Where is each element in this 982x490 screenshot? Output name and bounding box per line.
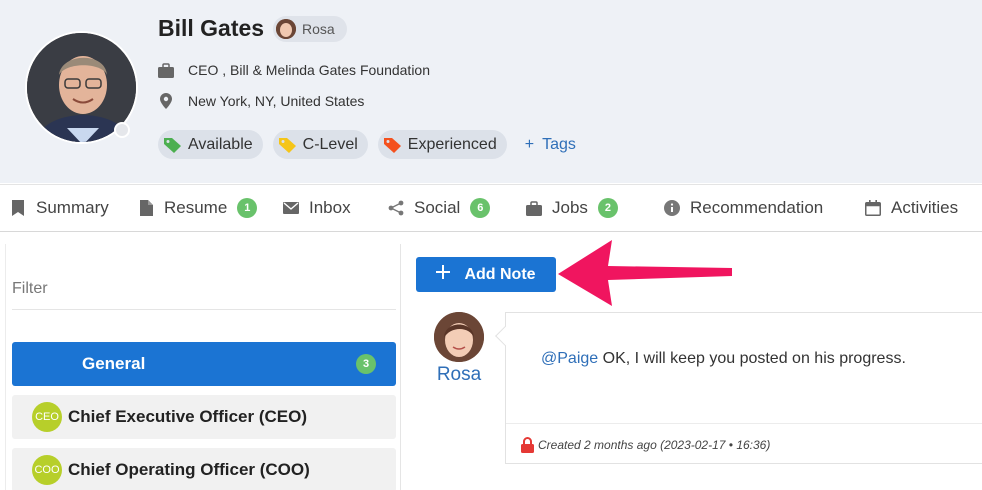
tab-jobs[interactable]: Jobs 2	[516, 185, 654, 231]
owner-avatar	[276, 19, 296, 39]
profile-name: Bill Gates	[158, 15, 265, 41]
bookmark-icon	[10, 200, 26, 216]
plus-icon: +	[524, 135, 535, 153]
tag-label: C-Level	[302, 135, 358, 153]
tag-icon	[164, 137, 182, 153]
note-created: Created 2 months ago (2023-02-17 • 16:36…	[538, 437, 771, 452]
category-ceo[interactable]: CEO Chief Executive Officer (CEO)	[12, 395, 396, 439]
info-icon	[664, 200, 680, 216]
category-coo[interactable]: COO Chief Operating Officer (COO)	[12, 448, 396, 490]
jobs-count-badge: 2	[597, 198, 618, 218]
owner-name: Rosa	[302, 21, 335, 37]
tab-label: Summary	[36, 198, 109, 217]
tag-experienced[interactable]: Experienced	[377, 130, 507, 159]
tag-icon	[383, 137, 402, 153]
category-abbr-badge: CEO	[32, 402, 62, 432]
tag-list: Available C-Level Experienced + Tags	[158, 130, 576, 159]
tab-activities[interactable]: Activities	[855, 185, 982, 231]
note-caret	[495, 326, 515, 346]
category-label: Chief Executive Officer (CEO)	[68, 407, 308, 426]
owner-chip[interactable]: Rosa	[273, 16, 347, 42]
plus-icon	[436, 265, 451, 284]
resume-count-badge: 1	[237, 198, 258, 218]
briefcase-icon	[526, 200, 542, 216]
location-row: New York, NY, United States	[158, 93, 364, 109]
share-icon	[388, 200, 404, 216]
tab-inbox[interactable]: Inbox	[273, 185, 378, 231]
tag-icon	[278, 137, 297, 153]
tab-summary[interactable]: Summary	[0, 185, 128, 231]
tab-label: Jobs	[552, 198, 588, 217]
tab-label: Activities	[891, 198, 959, 217]
map-pin-icon	[158, 93, 174, 109]
tab-label: Resume	[164, 198, 228, 217]
calendar-icon	[865, 200, 881, 216]
category-general[interactable]: General 3	[12, 342, 396, 386]
tag-c-level[interactable]: C-Level	[272, 130, 368, 159]
author-name[interactable]: Rosa	[432, 364, 486, 386]
tag-label: Available	[188, 135, 253, 153]
note-categories-panel: Filter General 3 CEO Chief Executive Off…	[5, 244, 401, 490]
tab-label: Inbox	[309, 198, 351, 217]
author-avatar	[434, 312, 484, 362]
social-count-badge: 6	[470, 198, 491, 218]
tab-social[interactable]: Social 6	[378, 185, 516, 231]
note-body: @Paige OK, I will keep you posted on his…	[541, 350, 906, 368]
category-label: Chief Operating Officer (COO)	[68, 460, 310, 479]
briefcase-icon	[158, 62, 174, 78]
envelope-icon	[283, 200, 299, 216]
category-abbr-badge: COO	[32, 455, 62, 485]
tab-label: Social	[414, 198, 461, 217]
annotation-arrow-icon	[558, 240, 732, 306]
category-label: General	[82, 354, 146, 373]
add-note-button[interactable]: Add Note	[416, 257, 556, 292]
lock-icon	[521, 436, 534, 453]
document-icon	[138, 200, 154, 216]
location-text: New York, NY, United States	[188, 93, 365, 109]
tag-label: Experienced	[407, 135, 497, 153]
note-text: OK, I will keep you posted on his progre…	[598, 350, 906, 367]
tab-resume[interactable]: Resume 1	[128, 185, 273, 231]
note-footer: Created 2 months ago (2023-02-17 • 16:36…	[506, 423, 982, 465]
job-row: CEO , Bill & Melinda Gates Foundation	[158, 62, 430, 78]
add-tags-button[interactable]: + Tags	[525, 136, 576, 154]
job-title: CEO , Bill & Melinda Gates Foundation	[188, 62, 431, 78]
general-count-badge: 3	[356, 354, 376, 374]
tab-label: Recommendation	[690, 198, 824, 217]
add-tags-label: Tags	[542, 135, 576, 153]
profile-header: Bill Gates Rosa CEO , Bill & Melinda Gat…	[0, 0, 982, 183]
note-author: Rosa	[432, 312, 486, 386]
tag-available[interactable]: Available	[158, 130, 263, 159]
tab-recommendation[interactable]: Recommendation	[654, 185, 855, 231]
presence-dot	[114, 122, 130, 138]
profile-tabs: Summary Resume 1 Inbox Social 6 Jobs 2 R…	[0, 184, 982, 232]
note-mention[interactable]: @Paige	[541, 350, 598, 367]
note-card: @Paige OK, I will keep you posted on his…	[495, 312, 982, 465]
filter-input[interactable]: Filter	[12, 280, 396, 310]
add-note-label: Add Note	[464, 265, 536, 283]
